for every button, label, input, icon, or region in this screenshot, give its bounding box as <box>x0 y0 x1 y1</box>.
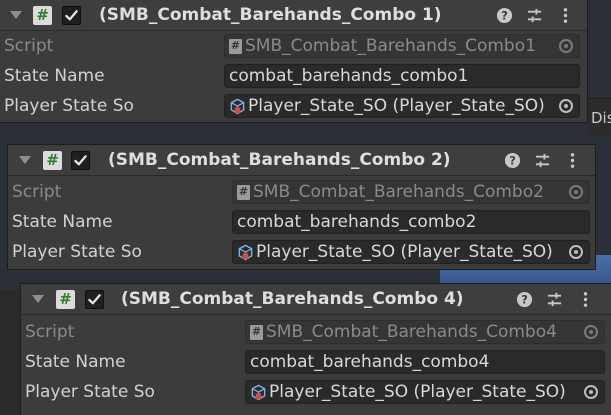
scriptable-object-icon <box>238 244 253 260</box>
object-picker-icon[interactable] <box>559 39 573 53</box>
script-field[interactable]: # SMB_Combat_Barehands_Combo2 <box>232 180 590 204</box>
script-label: Script <box>12 182 62 202</box>
help-icon[interactable]: ? <box>514 289 534 309</box>
component-panel: # (SMB_Combat_Barehands_Combo 1) ? Scrip… <box>0 0 587 122</box>
enabled-checkbox[interactable] <box>71 150 90 170</box>
presets-sliders-icon[interactable] <box>524 5 544 25</box>
svg-text:?: ? <box>501 8 508 22</box>
player-state-so-label: Player State So <box>25 382 155 402</box>
csharp-script-icon: # <box>229 38 242 54</box>
script-field[interactable]: # SMB_Combat_Barehands_Combo4 <box>245 320 605 344</box>
help-icon[interactable]: ? <box>502 150 522 170</box>
script-value: SMB_Combat_Barehands_Combo4 <box>266 322 557 342</box>
script-label: Script <box>25 322 75 342</box>
component-header[interactable]: # (SMB_Combat_Barehands_Combo 4) ? <box>21 284 611 315</box>
state-name-label: State Name <box>12 212 113 232</box>
player-state-so-value: Player_State_SO (Player_State_SO) <box>256 242 553 262</box>
svg-text:?: ? <box>521 292 528 306</box>
csharp-script-icon: # <box>250 324 263 340</box>
player-state-so-label: Player State So <box>12 242 142 262</box>
csharp-script-icon: # <box>56 289 75 309</box>
player-state-so-row: Player State So Player_State_SO (Player_… <box>21 377 611 407</box>
script-field[interactable]: # SMB_Combat_Barehands_Combo1 <box>224 34 580 58</box>
state-name-value: combat_barehands_combo4 <box>250 352 490 372</box>
state-name-input[interactable]: combat_barehands_combo2 <box>232 210 590 234</box>
player-state-so-value: Player_State_SO (Player_State_SO) <box>269 382 566 402</box>
player-state-so-value: Player_State_SO (Player_State_SO) <box>248 96 545 116</box>
foldout-arrow-icon[interactable] <box>32 295 44 303</box>
presets-sliders-icon[interactable] <box>544 289 564 309</box>
presets-sliders-icon[interactable] <box>532 150 552 170</box>
state-name-value: combat_barehands_combo1 <box>229 66 469 86</box>
enabled-checkbox[interactable] <box>85 289 104 309</box>
component-header[interactable]: # (SMB_Combat_Barehands_Combo 2) ? <box>8 145 595 176</box>
state-name-input[interactable]: combat_barehands_combo1 <box>224 64 580 88</box>
background-panel-text: Dis <box>588 98 611 136</box>
player-state-so-label: Player State So <box>4 96 134 116</box>
enabled-checkbox[interactable] <box>62 5 81 25</box>
state-name-row: State Name combat_barehands_combo2 <box>8 207 595 237</box>
state-name-label: State Name <box>4 66 105 86</box>
component-title: (SMB_Combat_Barehands_Combo 4) <box>121 289 464 309</box>
component-header[interactable]: # (SMB_Combat_Barehands_Combo 1) ? <box>0 0 587 31</box>
csharp-script-icon: # <box>237 184 250 200</box>
object-picker-icon[interactable] <box>569 185 583 199</box>
state-name-row: State Name combat_barehands_combo1 <box>0 61 587 91</box>
object-picker-icon[interactable] <box>559 99 573 113</box>
component-panel: # (SMB_Combat_Barehands_Combo 2) ? Scrip… <box>8 145 595 269</box>
script-label: Script <box>4 36 54 56</box>
script-value: SMB_Combat_Barehands_Combo2 <box>253 182 544 202</box>
object-picker-icon[interactable] <box>584 325 598 339</box>
state-name-value: combat_barehands_combo2 <box>237 212 477 232</box>
player-state-so-field[interactable]: Player_State_SO (Player_State_SO) <box>224 94 580 118</box>
foldout-arrow-icon[interactable] <box>10 11 22 19</box>
player-state-so-row: Player State So Player_State_SO (Player_… <box>8 237 595 267</box>
kebab-menu-icon[interactable] <box>555 5 575 25</box>
scriptable-object-icon <box>230 98 245 114</box>
checkmark-icon <box>65 9 78 20</box>
script-row: Script # SMB_Combat_Barehands_Combo4 <box>21 317 611 347</box>
kebab-menu-icon[interactable] <box>575 289 595 309</box>
component-title: (SMB_Combat_Barehands_Combo 2) <box>108 150 451 170</box>
scriptable-object-icon <box>251 384 266 400</box>
checkmark-icon <box>74 154 87 165</box>
component-title: (SMB_Combat_Barehands_Combo 1) <box>99 5 442 25</box>
help-icon[interactable]: ? <box>494 5 514 25</box>
checkmark-icon <box>88 293 101 304</box>
svg-text:?: ? <box>509 153 516 167</box>
csharp-script-icon: # <box>33 5 52 25</box>
object-picker-icon[interactable] <box>584 385 598 399</box>
script-value: SMB_Combat_Barehands_Combo1 <box>245 36 536 56</box>
player-state-so-row: Player State So Player_State_SO (Player_… <box>0 91 587 121</box>
kebab-menu-icon[interactable] <box>562 150 582 170</box>
player-state-so-field[interactable]: Player_State_SO (Player_State_SO) <box>232 240 590 264</box>
component-panel: # (SMB_Combat_Barehands_Combo 4) ? Scrip… <box>21 284 611 415</box>
csharp-script-icon: # <box>43 150 62 170</box>
state-name-input[interactable]: combat_barehands_combo4 <box>245 350 605 374</box>
object-picker-icon[interactable] <box>569 245 583 259</box>
script-row: Script # SMB_Combat_Barehands_Combo1 <box>0 31 587 61</box>
state-name-label: State Name <box>25 352 126 372</box>
foldout-arrow-icon[interactable] <box>19 156 31 164</box>
script-row: Script # SMB_Combat_Barehands_Combo2 <box>8 177 595 207</box>
player-state-so-field[interactable]: Player_State_SO (Player_State_SO) <box>245 380 605 404</box>
state-name-row: State Name combat_barehands_combo4 <box>21 347 611 377</box>
